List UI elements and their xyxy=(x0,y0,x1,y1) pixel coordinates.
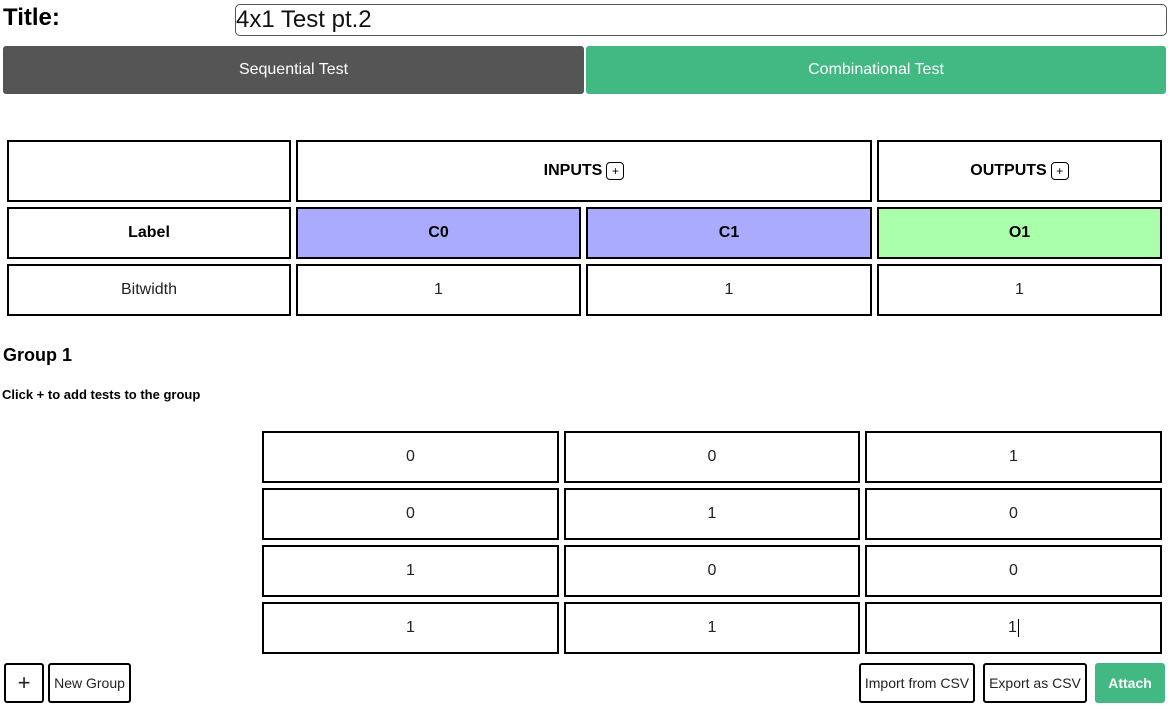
bitwidth-o1[interactable]: 1 xyxy=(877,264,1162,316)
outputs-header-label: OUTPUTS xyxy=(970,162,1047,179)
export-csv-button[interactable]: Export as CSV xyxy=(983,663,1087,703)
test-cell-c0[interactable]: 0 xyxy=(262,488,559,540)
bitwidth-c0[interactable]: 1 xyxy=(296,264,581,316)
test-cell-o1-focused[interactable]: 1 xyxy=(865,602,1162,654)
title-label: Title: xyxy=(3,4,60,31)
test-cell-o1[interactable]: 0 xyxy=(865,488,1162,540)
test-cell-value: 1 xyxy=(1008,619,1019,637)
new-group-button[interactable]: New Group xyxy=(48,663,131,703)
title-input[interactable] xyxy=(235,4,1167,36)
add-test-button[interactable]: + xyxy=(4,663,44,703)
input-label-c0[interactable]: C0 xyxy=(296,207,581,259)
test-cell-c1[interactable]: 1 xyxy=(564,602,860,654)
output-label-o1[interactable]: O1 xyxy=(877,207,1162,259)
test-cell-c1[interactable]: 0 xyxy=(564,431,860,483)
inputs-header: INPUTS + xyxy=(296,140,872,202)
bitwidth-row-header: Bitwidth xyxy=(7,264,291,316)
add-output-button[interactable]: + xyxy=(1050,162,1069,180)
test-cell-c0[interactable]: 0 xyxy=(262,431,559,483)
table-corner-cell xyxy=(7,140,291,202)
attach-button[interactable]: Attach xyxy=(1095,663,1165,703)
inputs-header-label: INPUTS xyxy=(543,162,603,179)
import-csv-button[interactable]: Import from CSV xyxy=(859,663,975,703)
test-cell-o1[interactable]: 0 xyxy=(865,545,1162,597)
input-label-c1[interactable]: C1 xyxy=(586,207,872,259)
outputs-header: OUTPUTS + xyxy=(877,140,1162,202)
add-input-button[interactable]: + xyxy=(606,162,625,180)
combinational-test-button[interactable]: Combinational Test xyxy=(586,46,1166,94)
test-cell-c0[interactable]: 1 xyxy=(262,602,559,654)
test-cell-c0[interactable]: 1 xyxy=(262,545,559,597)
test-cell-c1[interactable]: 0 xyxy=(564,545,860,597)
sequential-test-button[interactable]: Sequential Test xyxy=(3,46,584,94)
bitwidth-c1[interactable]: 1 xyxy=(586,264,872,316)
group-title: Group 1 xyxy=(3,345,73,365)
test-cell-o1[interactable]: 1 xyxy=(865,431,1162,483)
group-hint: Click + to add tests to the group xyxy=(2,387,201,402)
test-cell-c1[interactable]: 1 xyxy=(564,488,860,540)
label-row-header: Label xyxy=(7,207,291,259)
